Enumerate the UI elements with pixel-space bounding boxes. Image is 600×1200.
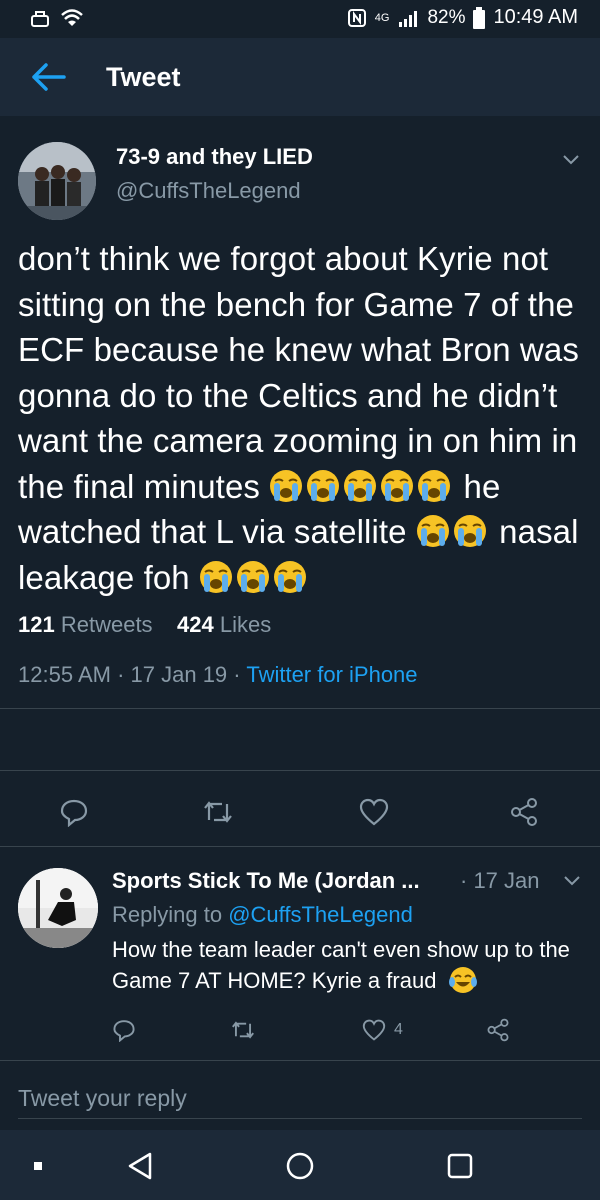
retweet-icon (204, 801, 232, 823)
retweets-label: Retweets (60, 612, 153, 637)
divider (0, 708, 600, 709)
tears-of-joy-icon (448, 967, 477, 993)
chevron-down-icon[interactable] (560, 148, 582, 170)
reply-likes-count: 4 (394, 1021, 403, 1038)
share-button[interactable] (502, 790, 546, 834)
network-type: 4G (374, 11, 390, 24)
reply-retweet-button[interactable] (230, 1012, 256, 1048)
app-bar: Tweet (0, 38, 600, 116)
status-left-icons (30, 8, 84, 28)
avatar-photo (18, 142, 96, 220)
retweets-stat[interactable]: 121 Retweets (18, 612, 153, 637)
crying-face-icon (418, 469, 451, 502)
tweet-stats: 121 Retweets 424 Likes (18, 612, 271, 638)
replying-to: Replying to @CuffsTheLegend (112, 902, 413, 928)
author-handle[interactable]: @CuffsTheLegend (116, 178, 301, 204)
author-name[interactable]: 73-9 and they LIED (116, 144, 313, 170)
arrow-left-icon (32, 63, 66, 91)
reply-date: · 17 Jan (460, 868, 540, 893)
nav-recents-button[interactable] (440, 1146, 480, 1186)
mention-link[interactable]: @CuffsTheLegend (228, 902, 413, 927)
reply-reply-button[interactable] (112, 1012, 136, 1048)
recent-apps-dot-button[interactable] (18, 1146, 58, 1186)
nav-back-button[interactable] (120, 1146, 160, 1186)
crying-emoji-group-1 (269, 468, 454, 505)
reply-composer (0, 1060, 600, 1130)
tweet-time: 12:55 AM (18, 662, 111, 687)
heart-icon (362, 1019, 386, 1041)
likes-label: Likes (219, 612, 272, 637)
reply-avatar[interactable] (18, 868, 98, 948)
crying-face-icon (344, 469, 377, 502)
crying-face-icon (270, 469, 303, 502)
crying-face-icon (200, 560, 233, 593)
reply-text: How the team leader can't even show up t… (112, 934, 582, 996)
notification-icon (31, 11, 49, 27)
crying-face-icon (453, 515, 486, 547)
crying-face-icon (237, 560, 270, 593)
nfc-icon (347, 8, 366, 27)
meta-separator: · (233, 662, 247, 687)
likes-count: 424 (177, 612, 214, 637)
reply-text-body: How the team leader can't even show up t… (112, 937, 570, 993)
battery-percent: 82% (427, 6, 466, 28)
share-icon (511, 798, 537, 826)
back-button[interactable] (8, 38, 88, 116)
crying-emoji-group-2 (416, 513, 490, 550)
meta-separator: · (117, 662, 131, 687)
replying-label: Replying to (112, 902, 223, 927)
share-icon (487, 1018, 509, 1042)
nav-home-button[interactable] (280, 1146, 320, 1186)
crying-face-icon (416, 515, 449, 547)
crying-face-icon (307, 469, 340, 502)
likes-stat[interactable]: 424 Likes (177, 612, 271, 637)
reply-author-name[interactable]: Sports Stick To Me (Jordan ... (112, 868, 420, 894)
reply-input[interactable] (18, 1079, 582, 1119)
status-right-icons: 4G 82% 10:49 AM (347, 6, 578, 29)
tweet-actions (0, 776, 600, 846)
reply-share-button[interactable] (486, 1012, 510, 1048)
like-button[interactable] (352, 790, 396, 834)
tweet-meta: 12:55 AM · 17 Jan 19 · Twitter for iPhon… (18, 662, 418, 688)
chevron-down-icon[interactable] (562, 870, 582, 890)
status-bar: 4G 82% 10:49 AM (0, 0, 600, 38)
reply-icon (113, 1020, 135, 1042)
crying-face-icon (381, 469, 414, 502)
dot-icon (34, 1162, 42, 1170)
reply-button[interactable] (52, 790, 96, 834)
reply-tweet[interactable]: Sports Stick To Me (Jordan ... · 17 Jan … (0, 840, 600, 1050)
divider (0, 770, 600, 771)
tweet-source-link[interactable]: Twitter for iPhone (246, 662, 417, 687)
crying-face-icon (274, 560, 307, 593)
android-nav-bar (0, 1130, 600, 1200)
tweet-text: don’t think we forgot about Kyrie not si… (18, 236, 588, 600)
triangle-back-icon (128, 1152, 152, 1180)
retweet-icon (232, 1021, 254, 1039)
avatar-photo (18, 868, 98, 948)
tweet-date: 17 Jan 19 (130, 662, 228, 687)
wifi-icon (61, 9, 83, 26)
crying-emoji-group-3 (199, 559, 310, 596)
tweet-text-part-1: don’t think we forgot about Kyrie not si… (18, 240, 579, 505)
clock: 10:49 AM (493, 6, 578, 28)
author-avatar[interactable] (18, 142, 96, 220)
signal-icon (399, 10, 418, 27)
reply-icon (60, 799, 88, 827)
reply-actions: 4 (0, 1012, 600, 1052)
reply-like-button[interactable]: 4 (362, 1012, 403, 1048)
battery-icon (473, 6, 486, 29)
retweet-button[interactable] (196, 790, 240, 834)
page-title: Tweet (106, 61, 181, 92)
heart-icon (359, 798, 389, 826)
square-recents-icon (447, 1153, 473, 1179)
retweets-count: 121 (18, 612, 55, 637)
circle-home-icon (286, 1152, 314, 1180)
